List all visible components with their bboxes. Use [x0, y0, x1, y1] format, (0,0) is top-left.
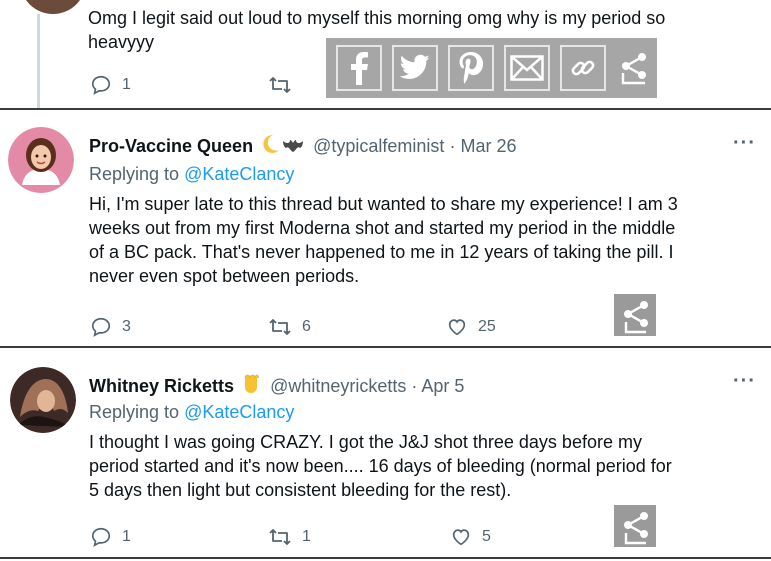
retweet-button[interactable] — [268, 74, 302, 96]
tweet-divider — [0, 557, 771, 559]
avatar[interactable] — [20, 0, 86, 14]
tweet-divider — [0, 108, 771, 110]
share-toolbar — [326, 38, 657, 98]
share-button[interactable] — [614, 505, 656, 547]
share-button[interactable] — [614, 45, 654, 91]
share-icon — [624, 301, 648, 334]
tweet-header: Pro-Vaccine Queen @typicalfeminist · Mar… — [89, 134, 516, 159]
copy-link-button[interactable] — [560, 45, 606, 91]
display-name[interactable]: Pro-Vaccine Queen — [89, 136, 253, 156]
reply-button[interactable]: 1 — [90, 74, 131, 96]
retweet-icon — [269, 319, 291, 335]
retweet-button[interactable]: 1 — [268, 526, 311, 548]
thread-line — [37, 14, 40, 108]
user-handle[interactable]: @whitneyricketts — [270, 376, 406, 396]
like-icon — [452, 529, 470, 546]
like-button[interactable]: 25 — [446, 316, 496, 338]
tweet-text-line: of a BC pack. That's never happened to m… — [89, 242, 674, 262]
reply-count: 1 — [122, 76, 131, 93]
reply-icon — [91, 527, 111, 547]
retweet-button[interactable]: 6 — [268, 316, 311, 338]
tweet-divider — [0, 346, 771, 348]
pinterest-share-button[interactable] — [448, 45, 494, 91]
like-count: 5 — [482, 528, 491, 545]
facebook-share-button[interactable] — [336, 45, 382, 91]
pinterest-icon — [459, 52, 484, 84]
retweet-count: 1 — [302, 528, 311, 545]
reply-icon — [91, 317, 111, 337]
tweet-date[interactable]: Mar 26 — [460, 136, 516, 156]
tweet-text-line: Hi, I'm super late to this thread but wa… — [89, 194, 678, 214]
user-handle[interactable]: @typicalfeminist — [313, 136, 444, 156]
twitter-share-button[interactable] — [392, 45, 438, 91]
replying-to-label: Replying to — [89, 164, 180, 184]
facebook-icon — [351, 52, 368, 85]
tweet-text-line: weeks out from my first Moderna shot and… — [89, 218, 676, 238]
avatar[interactable] — [10, 367, 76, 433]
link-icon — [571, 60, 595, 76]
twitter-icon — [399, 54, 430, 79]
raised-fist-emoji — [241, 372, 261, 399]
share-icon — [621, 53, 646, 85]
bat-emoji — [282, 138, 304, 159]
replying-to-label: Replying to — [89, 402, 180, 422]
tweet-text-line: Omg I legit said out loud to myself this… — [88, 8, 666, 28]
more-options-button[interactable]: ··· — [733, 370, 756, 393]
tweet-text: I thought I was going CRAZY. I got the J… — [89, 430, 764, 502]
separator-dot: · — [411, 376, 418, 396]
tweet-date[interactable]: Apr 5 — [421, 376, 464, 396]
tweet-text-line: period started and it's now been.... 16 … — [89, 456, 672, 476]
email-icon — [510, 55, 544, 81]
tweet-text: Hi, I'm super late to this thread but wa… — [89, 192, 764, 288]
display-name[interactable]: Whitney Ricketts — [89, 376, 234, 396]
avatar[interactable] — [8, 127, 74, 193]
mention-link[interactable]: @KateClancy — [184, 164, 294, 184]
replying-to: Replying to @KateClancy — [89, 164, 294, 185]
replying-to: Replying to @KateClancy — [89, 402, 294, 423]
mention-link[interactable]: @KateClancy — [184, 402, 294, 422]
moon-emoji — [260, 134, 280, 159]
tweet-text-line: I thought I was going CRAZY. I got the J… — [89, 432, 642, 452]
reply-count: 3 — [122, 318, 131, 335]
separator-dot: · — [449, 136, 456, 156]
reply-button[interactable]: 1 — [90, 526, 131, 548]
reply-button[interactable]: 3 — [90, 316, 131, 338]
tweet-header: Whitney Ricketts @whitneyricketts · Apr … — [89, 372, 464, 399]
share-button[interactable] — [614, 294, 656, 336]
more-options-button[interactable]: ··· — [733, 132, 756, 155]
reply-icon — [91, 75, 111, 95]
retweet-count: 6 — [302, 318, 311, 335]
like-button[interactable]: 5 — [450, 526, 491, 548]
retweet-icon — [269, 529, 291, 545]
tweet-text-line: 5 days then light but consistent bleedin… — [89, 480, 512, 500]
email-share-button[interactable] — [504, 45, 550, 91]
reply-count: 1 — [122, 528, 131, 545]
like-icon — [448, 319, 466, 336]
share-icon — [624, 512, 648, 545]
like-count: 25 — [478, 318, 496, 335]
tweet-text-line: never even spot between periods. — [89, 266, 360, 286]
retweet-icon — [269, 77, 291, 93]
